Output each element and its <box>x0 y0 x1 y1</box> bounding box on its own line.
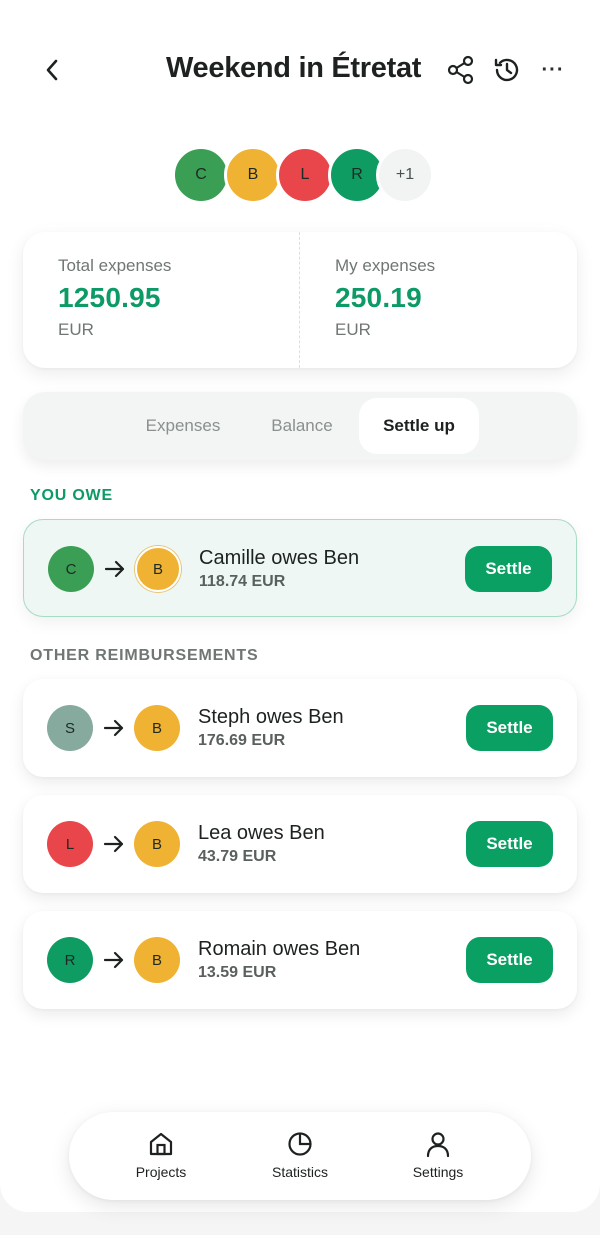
total-expenses: Total expenses 1250.95 EUR <box>58 256 171 340</box>
my-expenses-label: My expenses <box>335 256 436 275</box>
debt-amount: 118.74 EUR <box>199 573 286 590</box>
app-screen: Weekend in Étretat ··· C B L R +1 Total … <box>0 0 600 1212</box>
payee-avatar: B <box>134 705 180 751</box>
payee-avatar: B <box>134 821 180 867</box>
settle-button[interactable]: Settle <box>465 546 552 592</box>
payer-avatar: R <box>47 937 93 983</box>
chevron-left-icon <box>46 59 58 81</box>
debt-card: R B Romain owes Ben 13.59 EUR Settle <box>23 911 577 1009</box>
nav-statistics-label: Statistics <box>271 1164 328 1180</box>
view-tabs: Expenses Balance Settle up <box>23 392 577 460</box>
nav-settings-label: Settings <box>412 1164 464 1180</box>
history-icon <box>494 58 519 82</box>
more-options-button[interactable]: ··· <box>536 52 570 88</box>
tab-expenses[interactable]: Expenses <box>123 398 243 454</box>
debt-card: L B Lea owes Ben 43.79 EUR Settle <box>23 795 577 893</box>
payee-avatar: B <box>134 937 180 983</box>
history-button[interactable] <box>490 52 524 88</box>
debt-amount: 13.59 EUR <box>198 964 277 981</box>
avatar: L <box>276 146 334 204</box>
settle-button[interactable]: Settle <box>466 821 553 867</box>
my-expenses-unit: EUR <box>335 320 371 339</box>
total-expenses-unit: EUR <box>58 320 94 339</box>
total-expenses-value: 1250.95 <box>58 282 161 313</box>
page-title: Weekend in Étretat <box>166 52 422 84</box>
divider <box>299 232 300 368</box>
settle-button[interactable]: Settle <box>466 705 553 751</box>
other-reimbursements-heading: OTHER REIMBURSEMENTS <box>30 647 259 664</box>
debt-card: S B Steph owes Ben 176.69 EUR Settle <box>23 679 577 777</box>
header: Weekend in Étretat ··· <box>0 38 600 102</box>
avatar: B <box>224 146 282 204</box>
tab-settle-up[interactable]: Settle up <box>359 398 479 454</box>
debt-description: Camille owes Ben <box>199 547 360 569</box>
arrow-right-icon <box>104 560 125 578</box>
nav-statistics[interactable]: Statistics <box>245 1130 355 1180</box>
payer-avatar: C <box>48 546 94 592</box>
arrow-right-icon <box>103 719 124 737</box>
my-expenses-value: 250.19 <box>335 282 422 313</box>
share-icon <box>447 55 474 85</box>
avatar: C <box>172 146 230 204</box>
you-owe-heading: YOU OWE <box>30 487 113 504</box>
arrow-right-icon <box>103 951 124 969</box>
arrow-right-icon <box>103 835 124 853</box>
tab-balance[interactable]: Balance <box>249 398 355 454</box>
total-expenses-label: Total expenses <box>58 256 172 275</box>
debt-amount: 176.69 EUR <box>198 732 286 749</box>
nav-settings[interactable]: Settings <box>383 1130 493 1180</box>
more-participants-badge: +1 <box>376 146 434 204</box>
share-button[interactable] <box>444 52 478 88</box>
home-icon <box>149 1132 173 1156</box>
debt-description: Romain owes Ben <box>198 938 361 960</box>
expenses-summary-card: Total expenses 1250.95 EUR My expenses 2… <box>23 232 577 368</box>
debt-card: C B Camille owes Ben 118.74 EUR Settle <box>23 519 577 617</box>
nav-projects[interactable]: Projects <box>106 1130 216 1180</box>
back-button[interactable] <box>36 52 68 88</box>
user-icon <box>426 1132 450 1158</box>
my-expenses: My expenses 250.19 EUR <box>335 256 435 340</box>
debt-description: Lea owes Ben <box>198 822 325 844</box>
settle-button[interactable]: Settle <box>466 937 553 983</box>
payer-avatar: S <box>47 705 93 751</box>
payer-avatar: L <box>47 821 93 867</box>
bottom-navigation: Projects Statistics Settings <box>69 1112 531 1200</box>
debt-amount: 43.79 EUR <box>198 848 277 865</box>
payee-avatar: B <box>135 546 181 592</box>
pie-chart-icon <box>288 1132 312 1156</box>
debt-description: Steph owes Ben <box>198 706 344 728</box>
nav-projects-label: Projects <box>135 1164 187 1180</box>
